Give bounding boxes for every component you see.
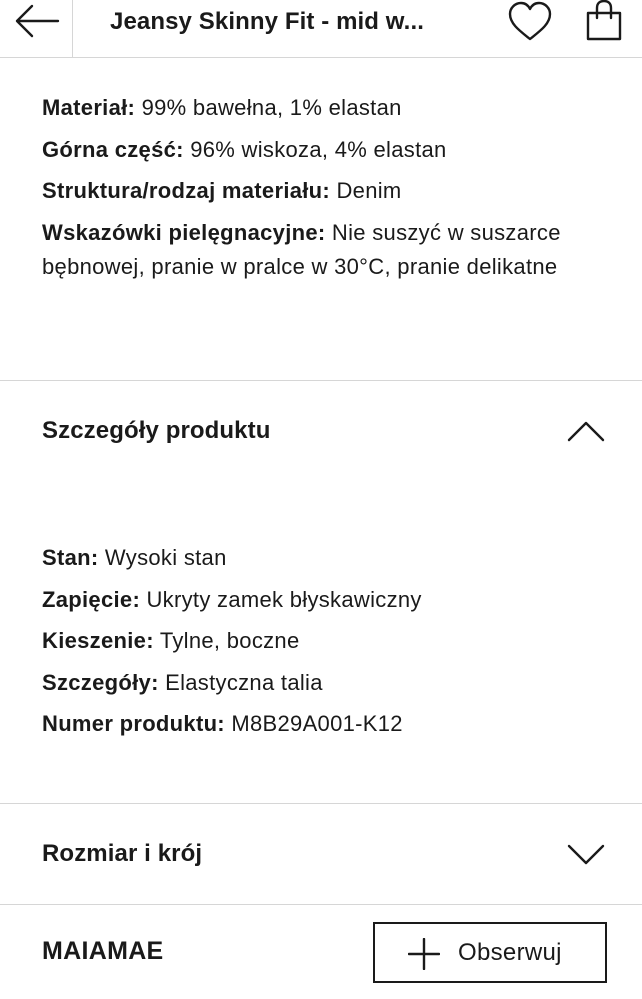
chevron-up-icon [567, 421, 605, 442]
spec-value: M8B29A001-K12 [224, 711, 403, 736]
spec-row: Struktura/rodzaj materiału: Denim [42, 174, 612, 208]
details-accordion: Szczegóły produktu Stan: Wysoki stan Zap… [0, 381, 642, 803]
spec-row: Materiał: 99% bawełna, 1% elastan [42, 91, 612, 125]
accordion-title: Rozmiar i krój [42, 840, 203, 867]
back-button[interactable] [0, 0, 73, 57]
page-title: Jeansy Skinny Fit - mid w... [110, 8, 424, 35]
size-fit-accordion[interactable]: Rozmiar i krój [0, 804, 642, 904]
wishlist-button[interactable] [506, 0, 554, 44]
spec-row: Szczegóły: Elastyczna talia [42, 666, 612, 700]
spec-row: Górna część: 96% wiskoza, 4% elastan [42, 133, 612, 167]
heart-icon [508, 1, 552, 41]
bag-button[interactable] [582, 0, 626, 44]
spec-value: Tylne, boczne [153, 628, 300, 653]
spec-row: Stan: Wysoki stan [42, 541, 612, 575]
spec-row: Numer produktu: M8B29A001-K12 [42, 707, 612, 741]
plus-icon [408, 938, 440, 970]
spec-label: Struktura/rodzaj materiału: [42, 178, 331, 203]
spec-row: Wskazówki pielęgnacyjne: Nie suszyć w su… [42, 216, 612, 284]
spec-value: Wysoki stan [98, 545, 227, 570]
spec-label: Wskazówki pielęgnacyjne: [42, 220, 326, 245]
spec-label: Numer produktu: [42, 711, 225, 736]
follow-label: Obserwuj [458, 939, 562, 966]
spec-label: Kieszenie: [42, 628, 154, 653]
spec-value: Elastyczna talia [158, 670, 323, 695]
spec-value: 99% bawełna, 1% elastan [135, 95, 402, 120]
spec-label: Górna część: [42, 137, 184, 162]
brand-name: MAIAMAE [42, 937, 164, 965]
spec-value: Ukryty zamek błyskawiczny [140, 587, 422, 612]
spec-value: Denim [330, 178, 402, 203]
spec-label: Materiał: [42, 95, 136, 120]
chevron-down-icon [567, 844, 605, 865]
shopping-bag-icon [586, 0, 622, 41]
spec-label: Stan: [42, 545, 99, 570]
spec-row: Kieszenie: Tylne, boczne [42, 624, 612, 658]
spec-label: Szczegóły: [42, 670, 159, 695]
spec-row: Zapięcie: Ukryty zamek błyskawiczny [42, 583, 612, 617]
arrow-left-icon [15, 4, 60, 38]
details-accordion-header[interactable]: Szczegóły produktu [0, 381, 642, 481]
spec-value: 96% wiskoza, 4% elastan [183, 137, 447, 162]
top-bar: Jeansy Skinny Fit - mid w... [0, 0, 642, 58]
accordion-title: Szczegóły produktu [42, 417, 271, 444]
follow-button[interactable]: Obserwuj [373, 922, 607, 983]
spec-label: Zapięcie: [42, 587, 141, 612]
divider [0, 904, 642, 905]
